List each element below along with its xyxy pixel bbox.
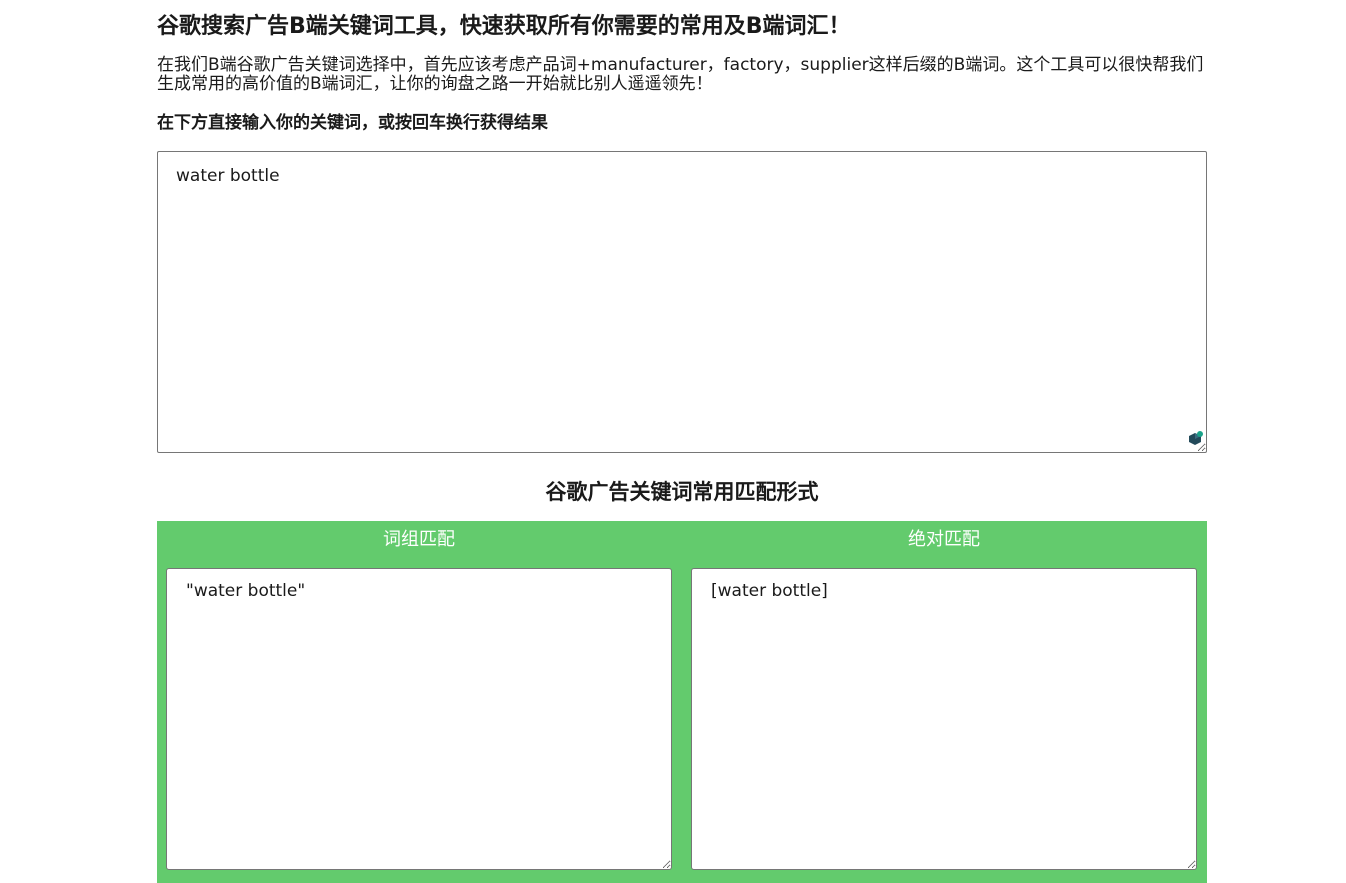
exact-match-output[interactable]: [water bottle] xyxy=(691,568,1197,870)
keyword-input-wrapper: water bottle xyxy=(157,151,1207,453)
extension-puzzle-icon[interactable] xyxy=(1187,431,1203,447)
match-types-panel: 词组匹配 "water bottle" 绝对匹配 [water bottle] xyxy=(157,521,1207,883)
exact-match-column: 绝对匹配 [water bottle] xyxy=(691,521,1197,883)
phrase-match-label: 词组匹配 xyxy=(383,529,455,550)
phrase-match-output[interactable]: "water bottle" xyxy=(166,568,672,870)
phrase-match-column: 词组匹配 "water bottle" xyxy=(166,521,672,883)
page-title: 谷歌搜索广告B端关键词工具，快速获取所有你需要的常用及B端词汇！ xyxy=(157,14,851,39)
input-instruction: 在下方直接输入你的关键词，或按回车换行获得结果 xyxy=(157,113,548,133)
exact-match-label: 绝对匹配 xyxy=(908,529,980,550)
keyword-input[interactable]: water bottle xyxy=(157,151,1207,453)
match-types-title: 谷歌广告关键词常用匹配形式 xyxy=(545,480,819,504)
intro-paragraph: 在我们B端谷歌广告关键词选择中，首先应该考虑产品词+manufacturer，f… xyxy=(157,55,1204,94)
